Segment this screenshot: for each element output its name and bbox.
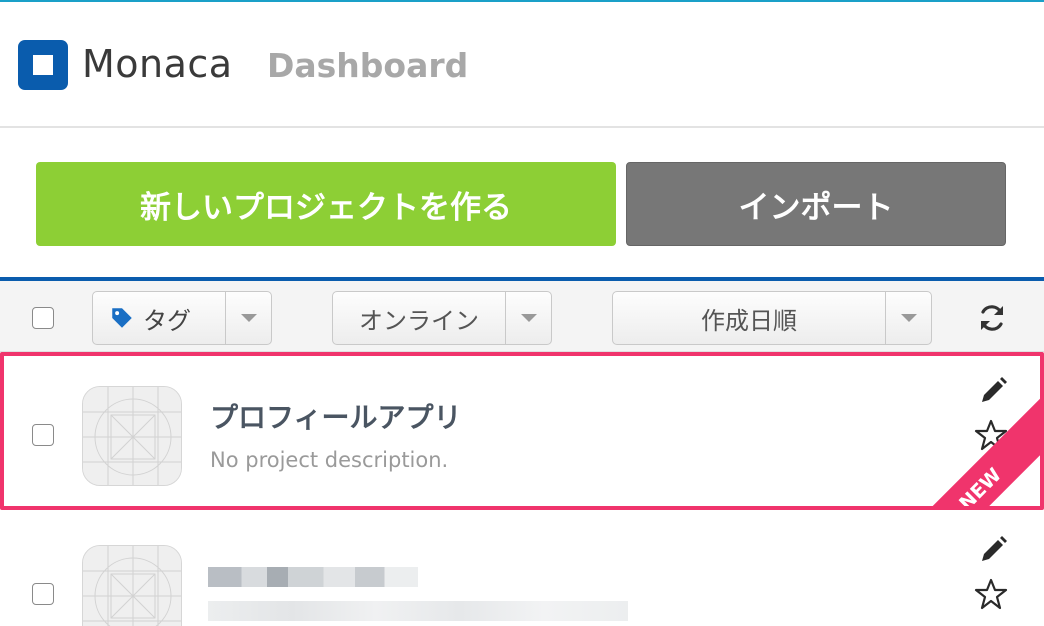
project-list-toolbar: タグ オンライン 作成日順 (0, 281, 1044, 352)
project-description (208, 597, 628, 626)
project-checkbox[interactable] (32, 424, 54, 446)
sort-order-label: 作成日順 (701, 306, 797, 335)
project-app-icon (82, 386, 182, 486)
chevron-down-icon[interactable] (885, 292, 931, 344)
project-row[interactable] (0, 515, 1044, 626)
new-badge: NEW (907, 396, 1040, 510)
online-filter-label: オンライン (359, 306, 479, 335)
new-project-button[interactable]: 新しいプロジェクトを作る (36, 162, 616, 246)
tag-filter-label: タグ (143, 306, 191, 335)
star-icon[interactable] (974, 577, 1008, 611)
pencil-icon[interactable] (976, 374, 1010, 408)
monaca-logo-icon[interactable] (18, 40, 68, 90)
project-description: No project description. (210, 448, 449, 472)
brand-name: Monaca (82, 42, 233, 86)
project-checkbox[interactable] (32, 583, 54, 605)
pencil-icon[interactable] (976, 533, 1010, 567)
app-header: Monaca Dashboard (0, 2, 1044, 128)
tag-filter-dropdown[interactable]: タグ (92, 291, 272, 345)
refresh-icon[interactable] (976, 302, 1008, 334)
tag-icon (112, 308, 132, 328)
new-badge-label: NEW (955, 463, 1006, 510)
project-row[interactable]: プロフィールアプリ No project description. NEW (0, 352, 1044, 510)
import-button[interactable]: インポート (626, 162, 1006, 246)
sort-order-dropdown[interactable]: 作成日順 (612, 291, 932, 345)
chevron-down-icon[interactable] (505, 292, 551, 344)
page-title: Dashboard (267, 46, 469, 85)
chevron-down-icon[interactable] (225, 292, 271, 344)
online-filter-dropdown[interactable]: オンライン (332, 291, 552, 345)
project-app-icon (82, 545, 182, 626)
project-title[interactable]: プロフィールアプリ (210, 396, 461, 436)
project-title[interactable] (208, 553, 428, 589)
select-all-checkbox[interactable] (32, 307, 54, 329)
